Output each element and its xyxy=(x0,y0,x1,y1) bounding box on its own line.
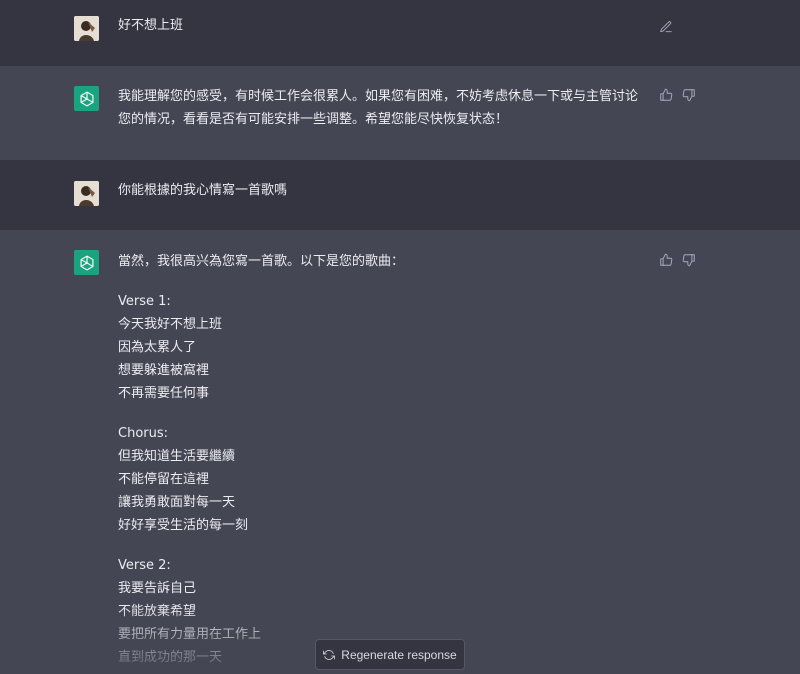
thumbs-up-icon[interactable] xyxy=(658,252,674,268)
regenerate-label: Regenerate response xyxy=(341,647,457,662)
user-message-1: 好不想上班 xyxy=(0,0,800,66)
thumbs-down-icon[interactable] xyxy=(681,87,697,103)
user-message-text: 好不想上班 xyxy=(118,18,184,33)
regenerate-response-button[interactable]: Regenerate response xyxy=(315,639,465,670)
openai-logo-icon xyxy=(74,250,99,275)
openai-logo-icon xyxy=(74,86,99,111)
user-message-text: 你能根據的我心情寫一首歌嗎 xyxy=(118,183,288,198)
thumbs-down-icon[interactable] xyxy=(681,252,697,268)
user-avatar xyxy=(74,181,99,206)
chat-thread: 好不想上班 我能理解您的感受，有时候工作会很累人。如果您有困难，不妨考虑休息一下… xyxy=(0,0,800,674)
lyric-line: 因為太累人了 xyxy=(118,340,197,355)
stanza-heading: Chorus: xyxy=(118,426,169,441)
song-verse-1: Verse 1: 今天我好不想上班 因為太累人了 想要躲進被窩裡 不再需要任何事 xyxy=(118,290,648,405)
lyric-line: 好好享受生活的每一刻 xyxy=(118,518,249,533)
assistant-paragraph: 我能理解您的感受，有时候工作会很累人。如果您有困难，不妨考虑休息一下或与主管讨论… xyxy=(118,89,639,127)
assistant-message-text: 我能理解您的感受，有时候工作会很累人。如果您有困难，不妨考虑休息一下或与主管讨论… xyxy=(118,85,648,131)
lyric-line: 讓我勇敢面對每一天 xyxy=(118,495,236,510)
user-message-2: 你能根據的我心情寫一首歌嗎 xyxy=(0,160,800,230)
lyric-line: 今天我好不想上班 xyxy=(118,317,223,332)
lyric-line: 不能停留在這裡 xyxy=(118,472,210,487)
lyric-line: 但我知道生活要繼續 xyxy=(118,449,236,464)
assistant-message-text: 當然，我很高兴為您寫一首歌。以下是您的歌曲： Verse 1: 今天我好不想上班… xyxy=(118,250,648,674)
user-avatar xyxy=(74,16,99,41)
song-intro: 當然，我很高兴為您寫一首歌。以下是您的歌曲： xyxy=(118,254,405,269)
lyric-line: 不能放棄希望 xyxy=(118,604,197,619)
thumbs-up-icon[interactable] xyxy=(658,87,674,103)
stanza-heading: Verse 2: xyxy=(118,558,171,573)
edit-icon[interactable] xyxy=(658,19,674,35)
assistant-message-1: 我能理解您的感受，有时候工作会很累人。如果您有困难，不妨考虑休息一下或与主管讨论… xyxy=(0,66,800,160)
lyric-line: 我要告訴自己 xyxy=(118,581,197,596)
stanza-heading: Verse 1: xyxy=(118,294,171,309)
refresh-icon xyxy=(323,649,336,660)
lyric-line: 想要躲進被窩裡 xyxy=(118,363,210,378)
assistant-message-2: 當然，我很高兴為您寫一首歌。以下是您的歌曲： Verse 1: 今天我好不想上班… xyxy=(0,230,800,674)
song-chorus: Chorus: 但我知道生活要繼續 不能停留在這裡 讓我勇敢面對每一天 好好享受… xyxy=(118,422,648,537)
lyric-line: 不再需要任何事 xyxy=(118,386,210,401)
